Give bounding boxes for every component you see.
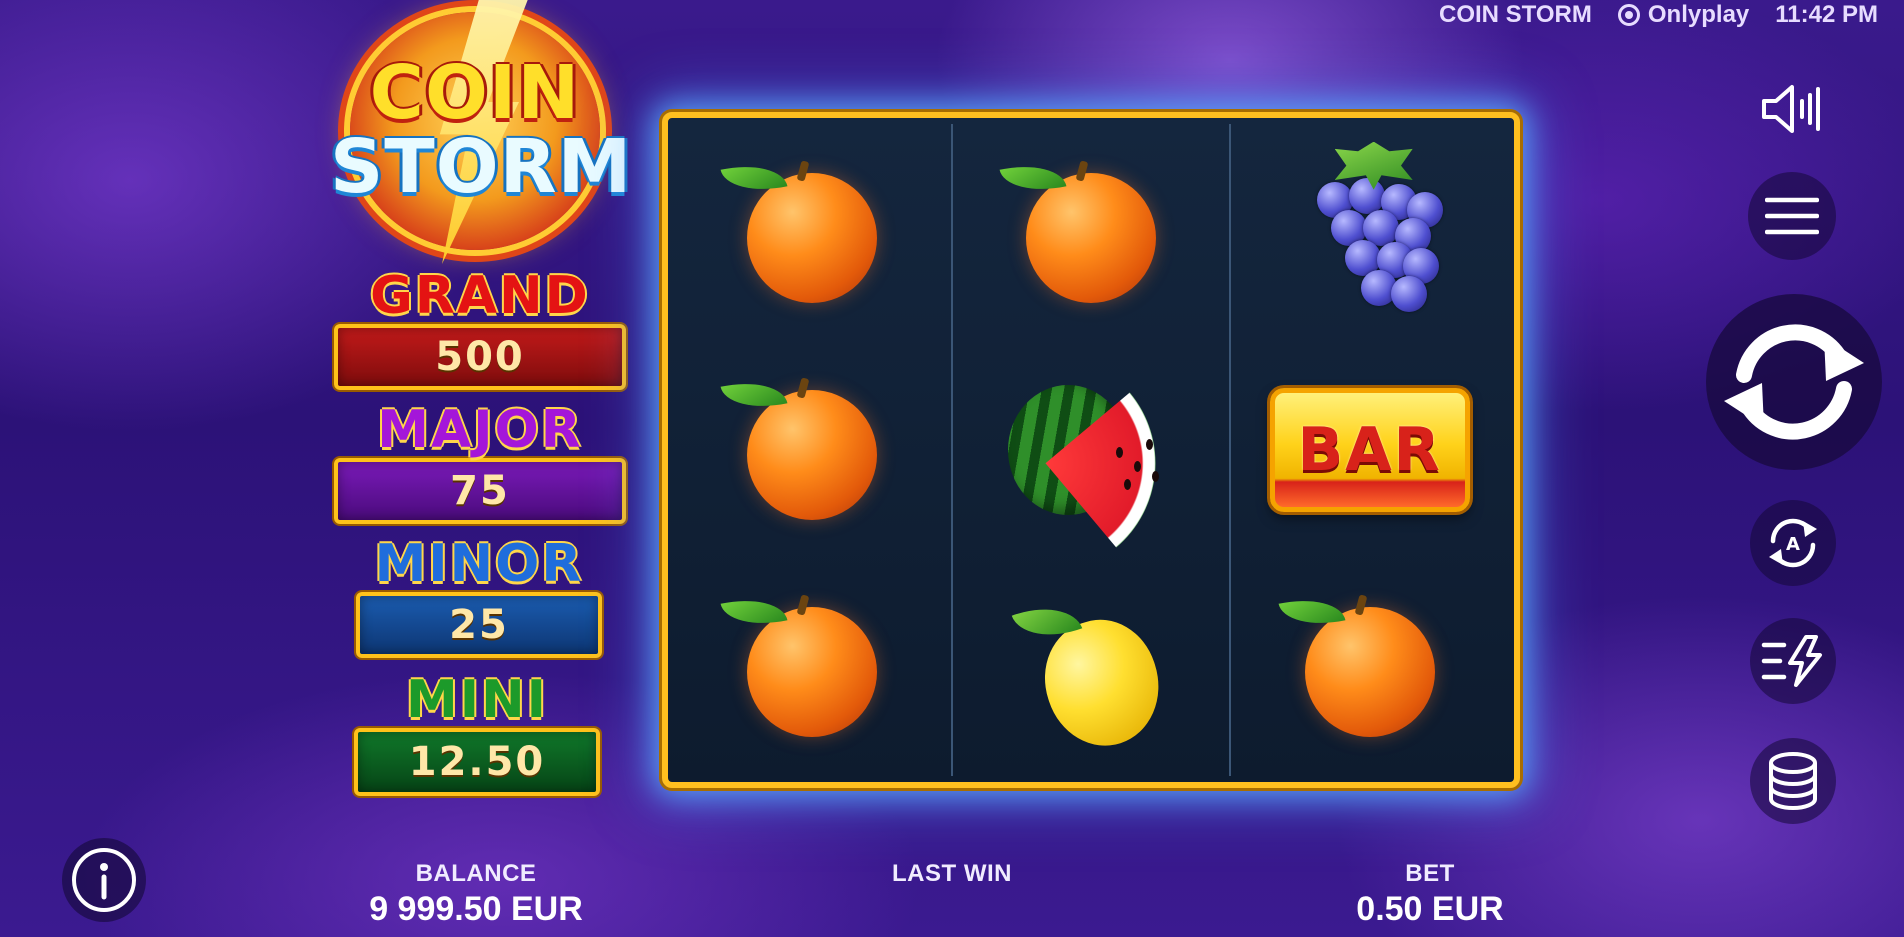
reel-2: [953, 124, 1232, 776]
sound-button[interactable]: [1750, 74, 1834, 144]
game-logo: COIN STORM: [330, 0, 631, 264]
orange-symbol-icon: [720, 156, 878, 303]
reel-cell: [991, 567, 1191, 767]
status-game-name: COIN STORM: [1438, 1, 1592, 28]
bet-display[interactable]: BET 0.50 EUR: [1340, 860, 1520, 929]
balance-value: 9 999.50 EUR: [369, 890, 583, 928]
jackpot-minor: MINOR 25: [356, 536, 602, 658]
reel-cell: [1270, 133, 1470, 333]
orange-symbol-icon: [999, 156, 1156, 303]
speaker-icon: [1762, 85, 1820, 133]
info-icon: [72, 848, 136, 912]
orange-symbol-icon: [1278, 591, 1435, 738]
autoplay-icon: A: [1769, 518, 1817, 568]
reel-cell: [991, 350, 1201, 550]
reel-cell: BAR: [1269, 350, 1470, 550]
reel-1: [674, 124, 953, 776]
spin-arrows-icon: [1724, 324, 1864, 440]
reel-3: BAR: [1231, 124, 1508, 776]
spin-button[interactable]: [1706, 294, 1882, 470]
grapes-symbol-icon: [1295, 141, 1445, 318]
jackpot-mini: MINI 12.50: [354, 672, 600, 796]
reel-cell: [712, 567, 912, 767]
jackpot-major-title: MAJOR: [377, 400, 583, 460]
reel-cell: [1270, 567, 1470, 767]
jackpot-grand-title: GRAND: [370, 266, 590, 326]
orange-symbol-icon: [720, 373, 878, 520]
jackpot-grand-value: 500: [334, 324, 626, 390]
jackpot-minor-title: MINOR: [374, 534, 584, 594]
jackpot-major: MAJOR 75: [334, 402, 626, 524]
bet-button[interactable]: [1750, 738, 1836, 824]
svg-text:A: A: [1786, 534, 1800, 555]
jackpot-mini-title: MINI: [406, 670, 548, 730]
bar-symbol: BAR: [1269, 387, 1470, 512]
bet-value: 0.50 EUR: [1356, 890, 1504, 928]
provider-name: Onlyplay: [1647, 1, 1750, 28]
jackpot-grand: GRAND 500: [334, 268, 626, 390]
watermelon-symbol-icon: [1006, 375, 1201, 548]
last-win-label: LAST WIN: [892, 860, 1012, 887]
reel-cell: [991, 133, 1191, 333]
menu-button[interactable]: [1748, 172, 1836, 260]
autoplay-button[interactable]: A: [1750, 500, 1836, 586]
balance-display: BALANCE 9 999.50 EUR: [346, 860, 606, 929]
turbo-lightning-icon: [1761, 635, 1822, 687]
onlyplay-logo-icon: [1617, 4, 1640, 26]
lemon-symbol-icon: [1011, 592, 1175, 761]
turbo-button[interactable]: [1750, 618, 1836, 704]
hamburger-menu-icon: [1765, 197, 1819, 235]
reel-cell: [712, 133, 912, 333]
orange-symbol-icon: [720, 591, 878, 738]
status-bar: COIN STORM Onlyplay 11:42 PM: [1439, 0, 1878, 30]
provider-brand: Onlyplay: [1617, 1, 1750, 29]
balance-label: BALANCE: [415, 860, 537, 887]
jackpot-major-value: 75: [334, 458, 626, 524]
info-button[interactable]: [62, 838, 146, 922]
logo-text-storm: STORM: [330, 124, 633, 210]
reel-area: BAR: [662, 112, 1520, 788]
bet-label: BET: [1405, 860, 1455, 887]
reel-cell: [712, 350, 912, 550]
jackpot-mini-value: 12.50: [354, 728, 600, 796]
clock: 11:42 PM: [1775, 1, 1878, 28]
last-win-display: LAST WIN: [852, 860, 1052, 890]
jackpot-minor-value: 25: [356, 592, 602, 658]
coin-stack-icon: [1769, 752, 1817, 810]
